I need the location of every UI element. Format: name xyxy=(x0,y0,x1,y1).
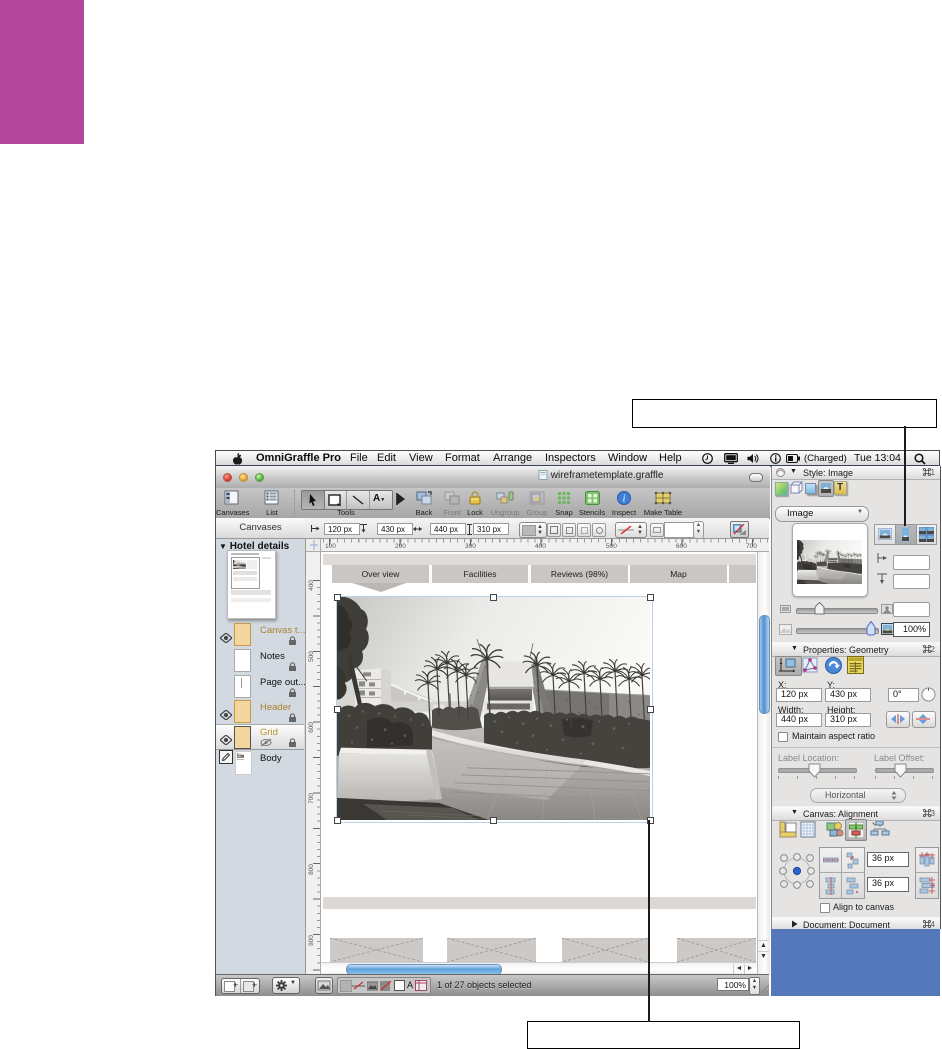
svg-text:i: i xyxy=(623,494,626,505)
